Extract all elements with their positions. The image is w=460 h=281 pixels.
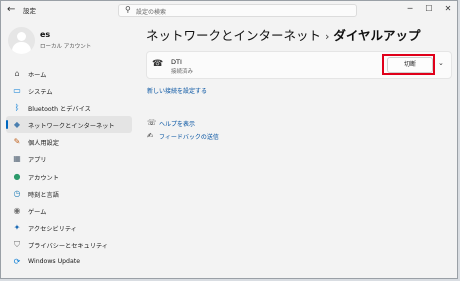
dialup-icon: ☎ — [152, 59, 164, 69]
sidebar-item-label: ネットワークとインターネット — [28, 123, 115, 131]
active-indicator — [6, 120, 8, 130]
gamepad-icon: ◉ — [13, 205, 21, 215]
back-arrow-icon[interactable]: ← — [7, 4, 15, 15]
monitor-icon: ▭ — [13, 86, 21, 96]
sidebar-item-6[interactable]: ● アカウント — [6, 168, 132, 185]
sidebar-item-label: ホーム — [28, 72, 47, 79]
sidebar-item-label: アカウント — [28, 174, 59, 182]
brush-icon: ✎ — [13, 137, 21, 147]
accessibility-icon: ✦ — [13, 222, 21, 232]
sidebar-item-label: 時刻と言語 — [28, 191, 59, 199]
sidebar-item-3[interactable]: ◆ ネットワークとインターネット — [6, 116, 132, 134]
sidebar-item-label: 個人用設定 — [28, 140, 59, 148]
sidebar-item-2[interactable]: ᛒ Bluetooth とデバイス — [6, 99, 132, 116]
minimize-button[interactable]: ─ — [403, 3, 417, 15]
sidebar-item-label: システム — [28, 89, 53, 97]
close-button[interactable]: ✕ — [441, 3, 455, 15]
highlight-box — [382, 54, 435, 75]
sidebar-nav: ⌂ ホーム ▭ システム ᛒ Bluetooth とデバイス ◆ ネットワークとインターネット… — [6, 65, 132, 270]
sidebar-item-9[interactable]: ✦ アクセシビリティ — [6, 219, 132, 236]
sidebar-item-label: アクセシビリティ — [28, 225, 77, 233]
maximize-button[interactable]: ☐ — [422, 3, 436, 15]
sidebar-item-7[interactable]: ◷ 時刻と言語 — [6, 185, 132, 202]
home-icon: ⌂ — [14, 69, 20, 78]
chevron-down-icon[interactable]: ⌄ — [438, 59, 444, 67]
sidebar-item-4[interactable]: ✎ 個人用設定 — [6, 133, 132, 150]
sidebar-item-label: ゲーム — [28, 208, 47, 216]
title-bar: ← 設定 ⚲ 設定の検索 ─ ☐ ✕ — [1, 1, 457, 19]
windows-update-icon: ⟳ — [13, 257, 21, 267]
sidebar-item-label: プライバシーとセキュリティ — [28, 242, 108, 250]
help-link-label: ヘルプを表示 — [159, 121, 196, 128]
sidebar-item-8[interactable]: ◉ ゲーム — [6, 202, 132, 219]
avatar-head-shape — [17, 32, 26, 41]
avatar-body-shape — [12, 42, 31, 54]
breadcrumb-parent[interactable]: ネットワークとインターネット — [146, 28, 321, 43]
search-icon: ⚲ — [125, 5, 131, 14]
sidebar-item-label: アプリ — [28, 157, 47, 165]
shield-icon: ⛉ — [14, 239, 20, 249]
help-icon: ☏ — [147, 118, 157, 127]
sidebar-item-1[interactable]: ▭ システム — [6, 82, 132, 99]
app-title: 設定 — [23, 7, 36, 15]
bluetooth-icon: ᛒ — [14, 103, 20, 113]
new-connection-link[interactable]: 新しい接続を設定する — [147, 86, 207, 95]
search-placeholder: 設定の検索 — [136, 9, 167, 16]
profile-name: es — [40, 30, 51, 39]
avatar[interactable] — [8, 27, 35, 54]
sidebar-item-11[interactable]: ⟳ Windows Update — [6, 253, 132, 270]
sidebar-item-10[interactable]: ⛉ プライバシーとセキュリティ — [6, 236, 132, 253]
profile-subtitle: ローカル アカウント — [40, 44, 92, 50]
sidebar-item-0[interactable]: ⌂ ホーム — [6, 65, 132, 82]
feedback-link-label: フィードバックの送信 — [159, 134, 219, 141]
help-link[interactable]: ☏ ヘルプを表示 — [147, 118, 347, 128]
sidebar-item-label: Windows Update — [28, 258, 80, 266]
connection-status: 接続済み — [171, 69, 194, 75]
page-title: ネットワークとインターネット › ダイヤルアップ — [146, 25, 421, 44]
feedback-link[interactable]: ✍ フィードバックの送信 — [147, 131, 347, 141]
breadcrumb-separator: › — [325, 30, 330, 43]
apps-icon: ▦ — [13, 154, 21, 164]
sidebar-item-label: Bluetooth とデバイス — [28, 106, 91, 114]
search-input[interactable]: ⚲ 設定の検索 — [118, 4, 357, 17]
wifi-icon: ◆ — [13, 120, 21, 130]
clock-globe-icon: ◷ — [13, 188, 21, 198]
connection-name: DTI — [171, 58, 182, 66]
feedback-icon: ✍ — [147, 131, 154, 140]
sidebar-item-5[interactable]: ▦ アプリ — [6, 150, 132, 167]
settings-window: ← 設定 ⚲ 設定の検索 ─ ☐ ✕ es ローカル アカウント ⌂ ホーム ▭ シス… — [0, 0, 458, 279]
account-icon: ● — [13, 171, 21, 181]
breadcrumb-current: ダイヤルアップ — [333, 28, 421, 43]
